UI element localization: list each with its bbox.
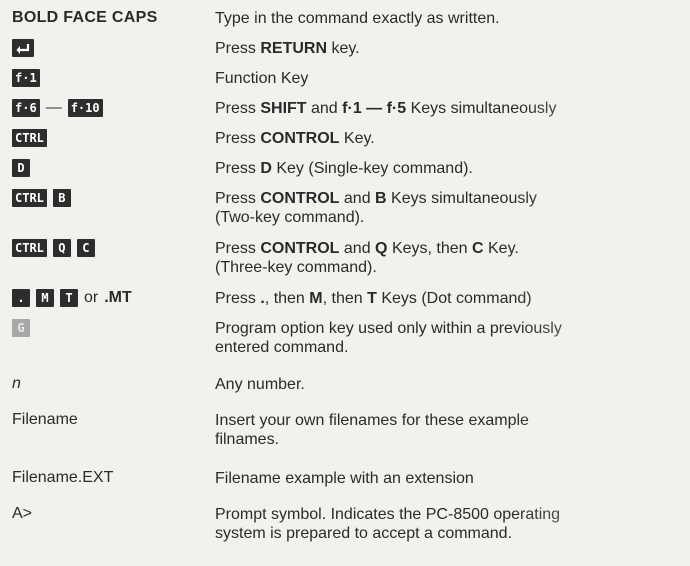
description: Press CONTROL Key. [215, 130, 375, 147]
ctrl-key-icon: CTRL [12, 129, 47, 147]
b-key-icon: B [52, 189, 71, 207]
function-key-icon: f·1 [12, 69, 40, 87]
page-edge-fade [510, 0, 690, 566]
t-key-icon: T [60, 289, 78, 307]
ctrl-key-icon: CTRL [12, 239, 47, 257]
m-key-icon: M [36, 289, 54, 307]
description: Insert your own filenames for these exam… [215, 412, 529, 448]
description: Press SHIFT and f·1 — f·5 Keys simultane… [215, 100, 557, 117]
q-key-icon: Q [52, 239, 71, 257]
function-key-icon: f·10 [67, 99, 103, 117]
bold-face-caps-label: BOLD FACE CAPS [12, 9, 158, 26]
description: Press CONTROL and B Keys simultaneously … [215, 190, 537, 226]
description: Function Key [215, 70, 309, 87]
description: Press CONTROL and Q Keys, then C Key. (T… [215, 240, 519, 276]
c-key-icon: C [76, 239, 95, 257]
ctrl-key-icon: CTRL [12, 189, 47, 207]
return-key-icon [12, 39, 34, 57]
d-key-icon: D [12, 159, 30, 177]
description: Prompt symbol. Indicates the PC-8500 ope… [215, 506, 561, 542]
description: Press D Key (Single-key command). [215, 160, 473, 177]
description: Program option key used only within a pr… [215, 320, 562, 356]
g-key-icon: G [12, 319, 30, 337]
description: Type in the command exactly as written. [215, 10, 500, 27]
description: Any number. [215, 376, 305, 393]
description: Press RETURN key. [215, 40, 360, 57]
description: Press ., then M, then T Keys (Dot comman… [215, 290, 532, 307]
function-key-icon: f·6 [12, 99, 40, 117]
description: Filename example with an extension [215, 470, 474, 487]
dot-key-icon: . [12, 289, 30, 307]
